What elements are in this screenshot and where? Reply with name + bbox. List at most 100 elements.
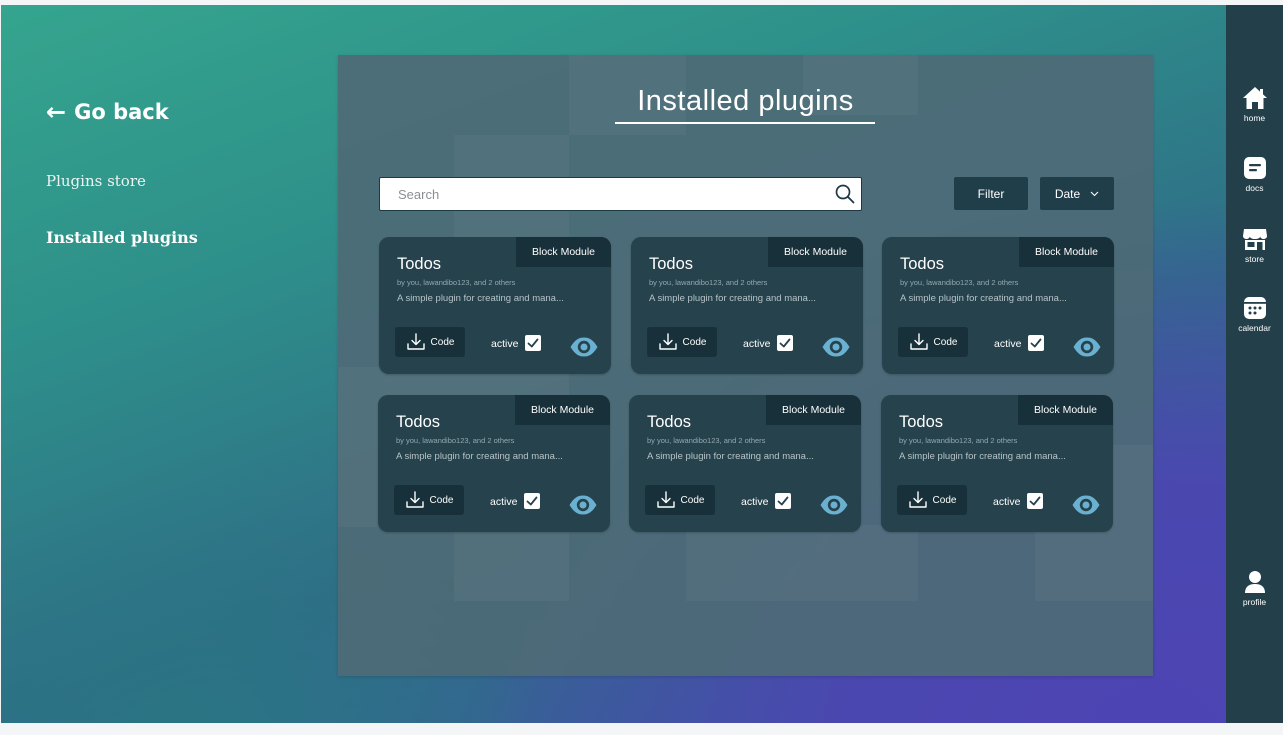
search-input[interactable] xyxy=(380,178,820,210)
title-underline xyxy=(615,122,875,124)
active-checkbox[interactable] xyxy=(775,493,791,509)
plugin-name: Todos xyxy=(649,255,694,273)
docs-icon xyxy=(1243,157,1266,179)
plugin-name: Todos xyxy=(396,413,441,431)
eye-icon[interactable] xyxy=(819,494,849,516)
nav-link-plugins-store[interactable]: Plugins store xyxy=(46,172,146,190)
plugin-authors: by you, lawandibo123, and 2 others xyxy=(647,436,766,445)
download-icon xyxy=(908,491,927,508)
rail-item-home[interactable]: home xyxy=(1226,85,1283,123)
plugin-description: A simple plugin for creating and mana... xyxy=(900,293,1067,304)
eye-icon[interactable] xyxy=(568,494,598,516)
search-bar xyxy=(379,177,862,211)
page-title: Installed plugins xyxy=(637,85,854,117)
active-label: active xyxy=(491,338,519,350)
plugin-authors: by you, lawandibo123, and 2 others xyxy=(649,278,768,287)
rail-label-profile: profile xyxy=(1242,597,1267,607)
plugin-type-badge: Block Module xyxy=(1019,237,1114,267)
plugin-card[interactable]: Block Module Todos by you, lawandibo123,… xyxy=(629,395,861,532)
app-background: ← Go back Plugins store Installed plugin… xyxy=(1,5,1283,723)
rail-label-home: home xyxy=(1243,113,1266,123)
checkmark-icon xyxy=(526,496,538,506)
active-label: active xyxy=(741,496,769,508)
plugin-description: A simple plugin for creating and mana... xyxy=(899,451,1066,462)
active-label: active xyxy=(993,496,1021,508)
active-label: active xyxy=(994,338,1022,350)
download-icon xyxy=(909,333,928,350)
profile-icon xyxy=(1244,571,1265,593)
left-nav: ← Go back Plugins store Installed plugin… xyxy=(46,100,198,247)
plugin-card[interactable]: Block Module Todos by you, lawandibo123,… xyxy=(882,237,1114,374)
plugin-card[interactable]: Block Module Todos by you, lawandibo123,… xyxy=(631,237,863,374)
go-back-button[interactable]: ← Go back xyxy=(46,100,169,124)
right-nav-rail: home docs store calendar profile xyxy=(1226,5,1283,723)
download-code-button[interactable]: Code xyxy=(898,327,968,357)
checkmark-icon xyxy=(779,338,791,348)
search-icon[interactable] xyxy=(835,184,855,204)
plugin-type-badge: Block Module xyxy=(766,395,861,425)
filter-button[interactable]: Filter xyxy=(954,177,1028,210)
rail-item-calendar[interactable]: calendar xyxy=(1226,295,1283,333)
code-label: Code xyxy=(933,336,958,348)
plugin-authors: by you, lawandibo123, and 2 others xyxy=(899,436,1018,445)
plugin-description: A simple plugin for creating and mana... xyxy=(649,293,816,304)
active-checkbox[interactable] xyxy=(1028,335,1044,351)
background-tile xyxy=(686,525,918,601)
active-checkbox[interactable] xyxy=(777,335,793,351)
sort-date-label: Date xyxy=(1054,186,1081,201)
active-checkbox[interactable] xyxy=(525,335,541,351)
rail-item-store[interactable]: store xyxy=(1226,226,1283,264)
download-code-button[interactable]: Code xyxy=(645,485,715,515)
plugin-name: Todos xyxy=(647,413,692,431)
plugin-card[interactable]: Block Module Todos by you, lawandibo123,… xyxy=(379,237,611,374)
active-checkbox[interactable] xyxy=(1027,493,1043,509)
checkmark-icon xyxy=(1029,496,1041,506)
installed-plugins-panel: Installed plugins Filter Date Block Modu… xyxy=(338,55,1153,676)
plugin-name: Todos xyxy=(899,413,944,431)
rail-label-docs: docs xyxy=(1245,183,1264,193)
rail-item-profile[interactable]: profile xyxy=(1226,569,1283,607)
plugin-description: A simple plugin for creating and mana... xyxy=(396,451,563,462)
download-icon xyxy=(656,491,675,508)
plugin-description: A simple plugin for creating and mana... xyxy=(397,293,564,304)
rail-label-calendar: calendar xyxy=(1238,323,1271,333)
download-code-button[interactable]: Code xyxy=(395,327,465,357)
download-code-button[interactable]: Code xyxy=(897,485,967,515)
calendar-icon xyxy=(1243,297,1266,319)
plugin-name: Todos xyxy=(397,255,442,273)
plugin-type-badge: Block Module xyxy=(515,395,610,425)
plugin-authors: by you, lawandibo123, and 2 others xyxy=(396,436,515,445)
nav-link-installed-plugins[interactable]: Installed plugins xyxy=(46,228,198,247)
active-checkbox[interactable] xyxy=(524,493,540,509)
rail-label-store: store xyxy=(1245,254,1264,264)
download-code-button[interactable]: Code xyxy=(394,485,464,515)
eye-icon[interactable] xyxy=(1072,336,1102,358)
eye-icon[interactable] xyxy=(1071,494,1101,516)
code-label: Code xyxy=(932,494,957,506)
home-icon xyxy=(1242,87,1267,109)
download-icon xyxy=(406,333,425,350)
download-code-button[interactable]: Code xyxy=(647,327,717,357)
active-label: active xyxy=(490,496,518,508)
checkmark-icon xyxy=(527,338,539,348)
code-label: Code xyxy=(429,494,454,506)
plugin-type-badge: Block Module xyxy=(1018,395,1113,425)
plugin-description: A simple plugin for creating and mana... xyxy=(647,451,814,462)
eye-icon[interactable] xyxy=(821,336,851,358)
store-icon xyxy=(1242,229,1267,250)
sort-date-dropdown[interactable]: Date xyxy=(1040,177,1114,210)
plugin-card[interactable]: Block Module Todos by you, lawandibo123,… xyxy=(881,395,1113,532)
plugin-card[interactable]: Block Module Todos by you, lawandibo123,… xyxy=(378,395,610,532)
download-icon xyxy=(658,333,677,350)
code-label: Code xyxy=(680,494,705,506)
download-icon xyxy=(405,491,424,508)
plugin-name: Todos xyxy=(900,255,945,273)
active-label: active xyxy=(743,338,771,350)
plugin-authors: by you, lawandibo123, and 2 others xyxy=(900,278,1019,287)
arrow-left-icon: ← xyxy=(46,98,67,126)
plugin-authors: by you, lawandibo123, and 2 others xyxy=(397,278,516,287)
eye-icon[interactable] xyxy=(569,336,599,358)
go-back-label: Go back xyxy=(74,100,169,124)
code-label: Code xyxy=(682,336,707,348)
rail-item-docs[interactable]: docs xyxy=(1226,155,1283,193)
